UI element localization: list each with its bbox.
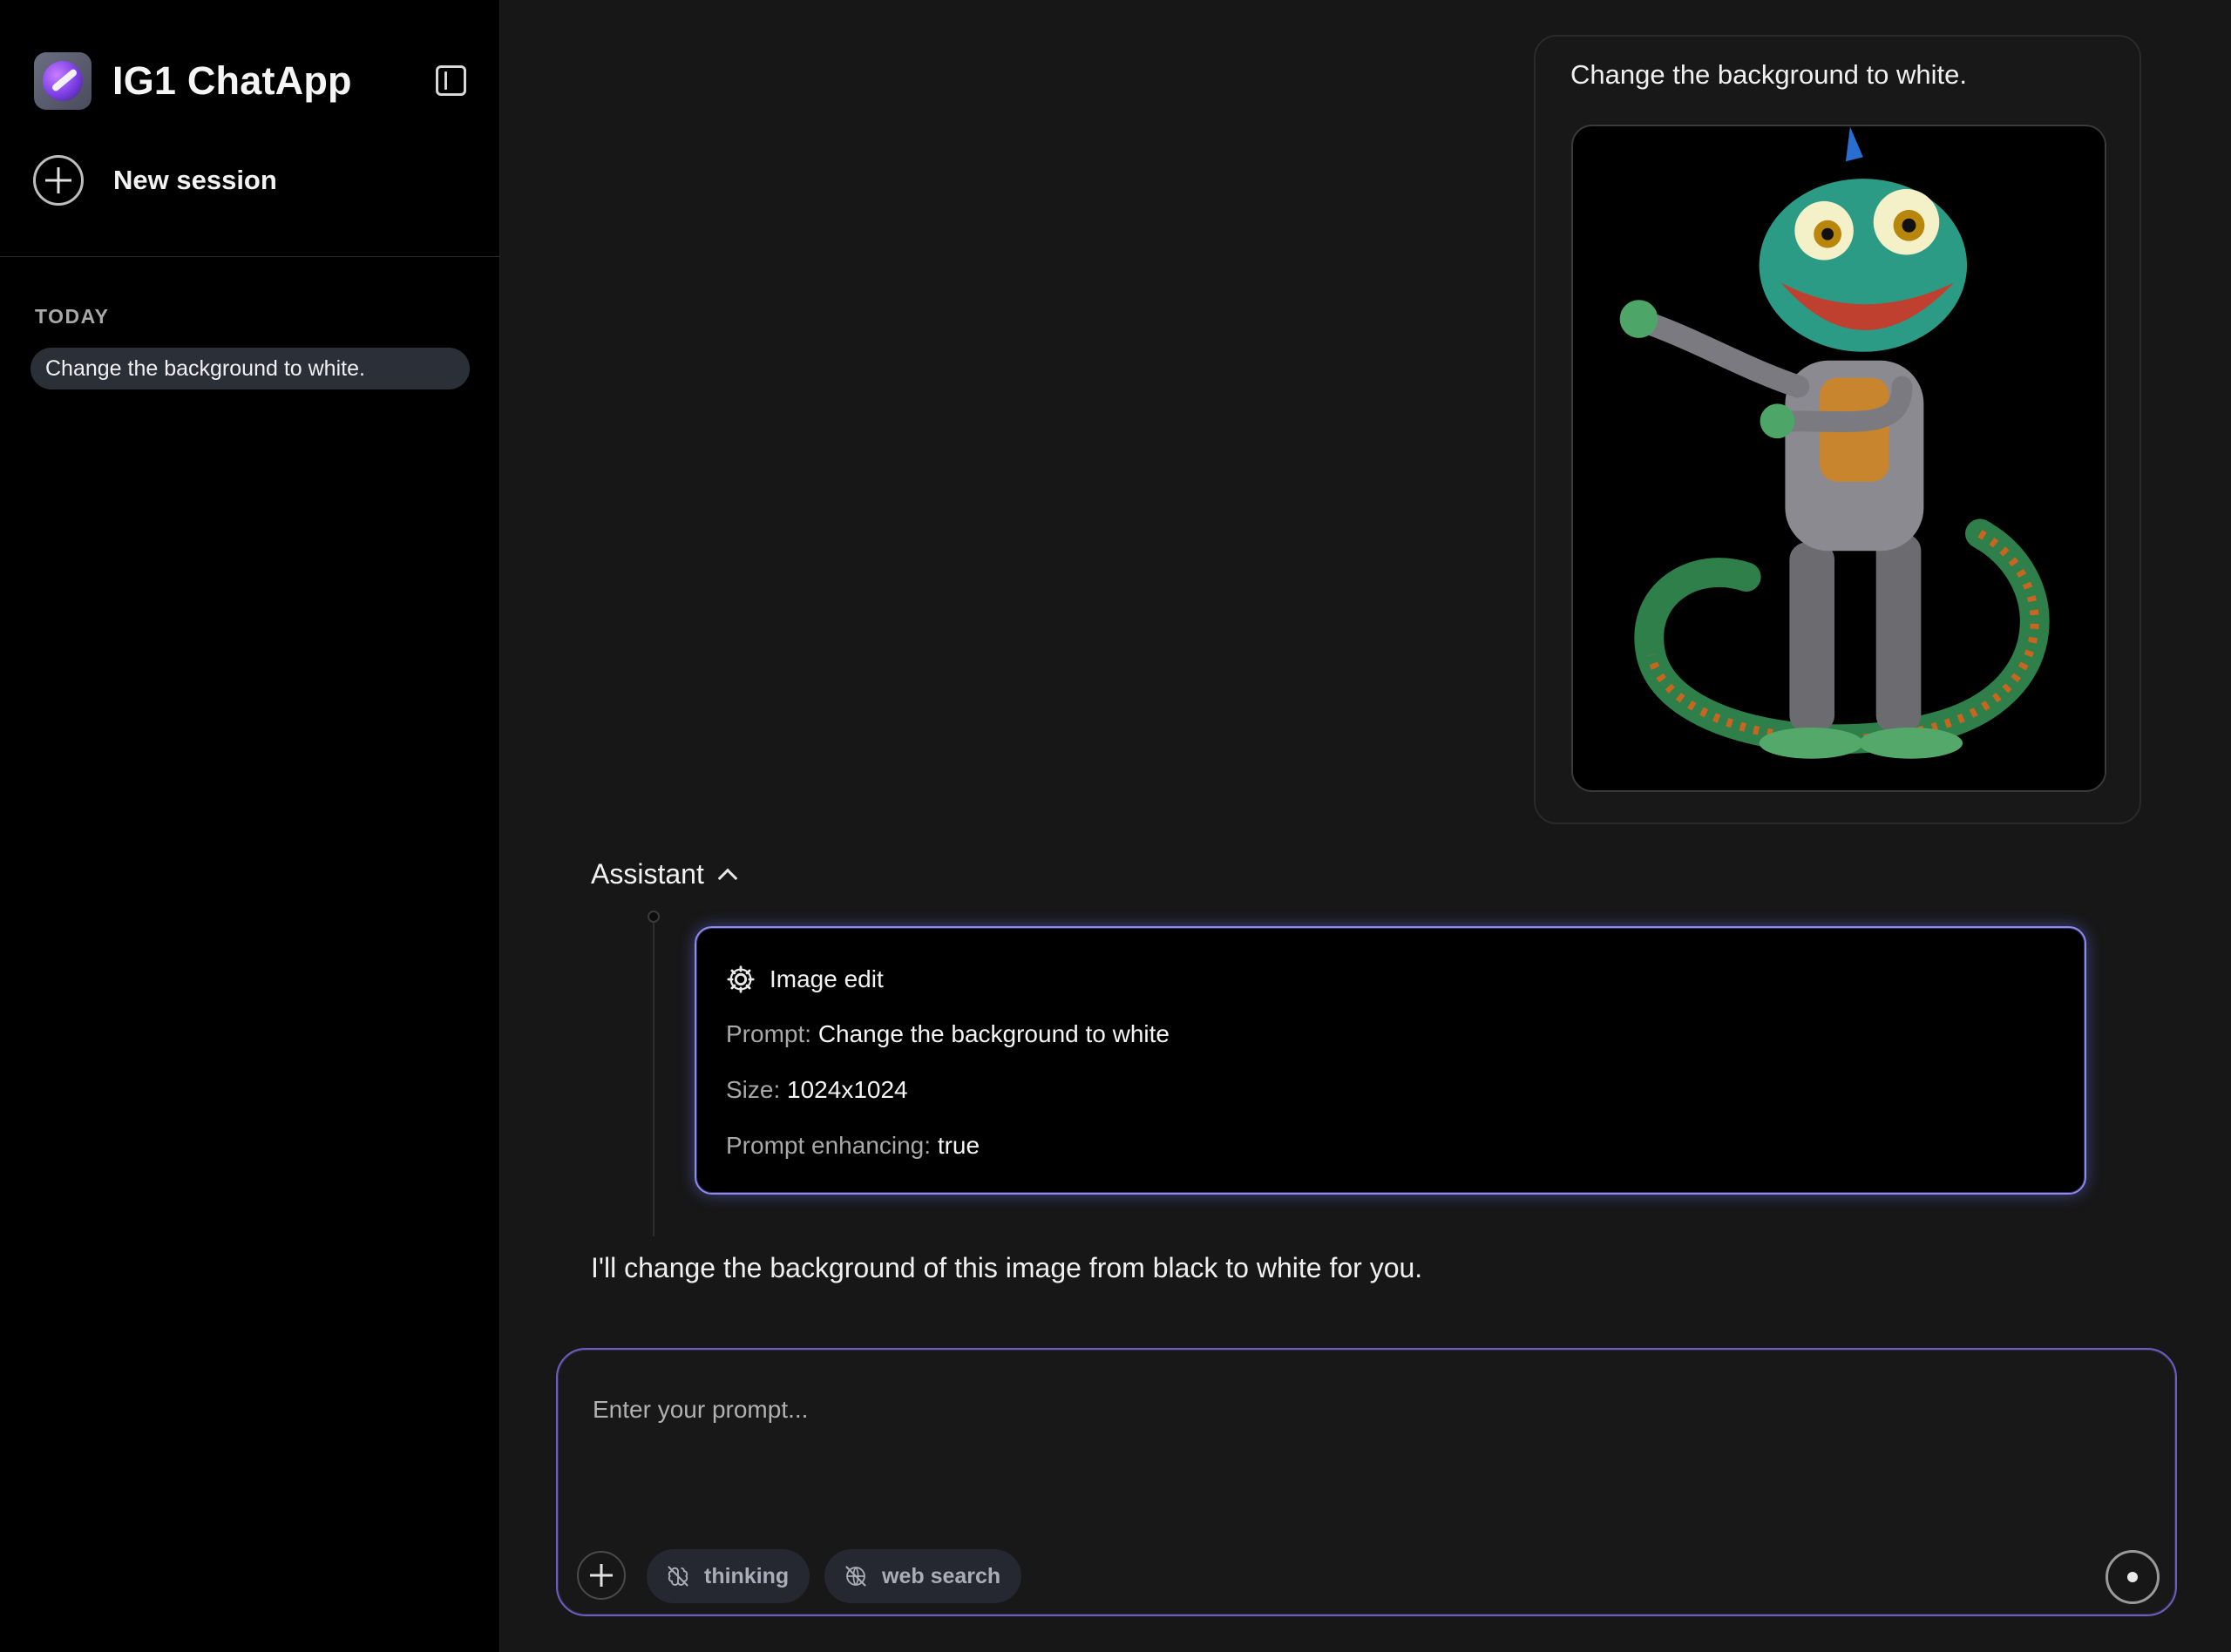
brand: IG1 ChatApp [34, 52, 352, 110]
tool-param-value: 1024x1024 [787, 1076, 908, 1103]
chevron-up-icon [718, 865, 736, 883]
thinking-label: thinking [704, 1563, 790, 1588]
history-item-active[interactable]: Change the background to white. [31, 348, 470, 389]
composer: thinking web search [556, 1348, 2177, 1616]
tool-param-value: Change the background to white [817, 1020, 1170, 1047]
web-search-label: web search [882, 1563, 1001, 1588]
globe-off-icon [845, 1566, 866, 1587]
tool-param-label: Prompt: [726, 1020, 812, 1047]
brain-off-icon [668, 1566, 688, 1587]
sidebar-toggle-icon[interactable] [436, 65, 466, 96]
app-title: IG1 ChatApp [112, 58, 352, 103]
history-section-today: TODAY [35, 305, 110, 328]
assistant-name: Assistant [591, 857, 704, 890]
sidebar: IG1 ChatApp New session TODAY Change the… [0, 0, 500, 1652]
user-message-text: Change the background to white. [1570, 59, 1967, 90]
send-button[interactable] [2106, 1550, 2160, 1604]
user-attachment-image[interactable] [1571, 125, 2106, 792]
plus-circle-icon [33, 155, 84, 206]
tool-param-prompt-enhancing: Prompt enhancing: true [726, 1132, 980, 1160]
assistant-header-toggle[interactable]: Assistant [591, 856, 736, 892]
thread-dot [648, 911, 660, 923]
thread-line [653, 923, 654, 1236]
tool-param-size: Size: 1024x1024 [726, 1076, 908, 1104]
tool-param-prompt: Prompt: Change the background to white [726, 1020, 1170, 1048]
assistant-message-text: I'll change the background of this image… [591, 1252, 1423, 1283]
user-message: Change the background to white. [1534, 35, 2141, 824]
new-session-button[interactable]: New session [33, 155, 277, 206]
new-session-label: New session [113, 165, 277, 195]
app-root: IG1 ChatApp New session TODAY Change the… [0, 0, 2231, 1652]
tool-param-value: true [937, 1132, 980, 1159]
tool-param-label: Size: [726, 1076, 781, 1103]
thinking-toggle[interactable]: thinking [647, 1549, 810, 1603]
web-search-toggle[interactable]: web search [824, 1549, 1022, 1603]
sidebar-divider [0, 256, 500, 257]
tool-call-card: Image edit Prompt: Change the background… [695, 926, 2086, 1195]
tool-param-label: Prompt enhancing: [726, 1132, 932, 1159]
robot-chameleon-image [1573, 126, 2105, 790]
tool-call-header: Image edit [726, 963, 884, 996]
add-attachment-button[interactable] [577, 1551, 626, 1600]
gear-icon [727, 965, 755, 993]
app-logo [34, 52, 92, 110]
tool-call-title: Image edit [770, 965, 884, 992]
prompt-input[interactable] [593, 1388, 2074, 1432]
